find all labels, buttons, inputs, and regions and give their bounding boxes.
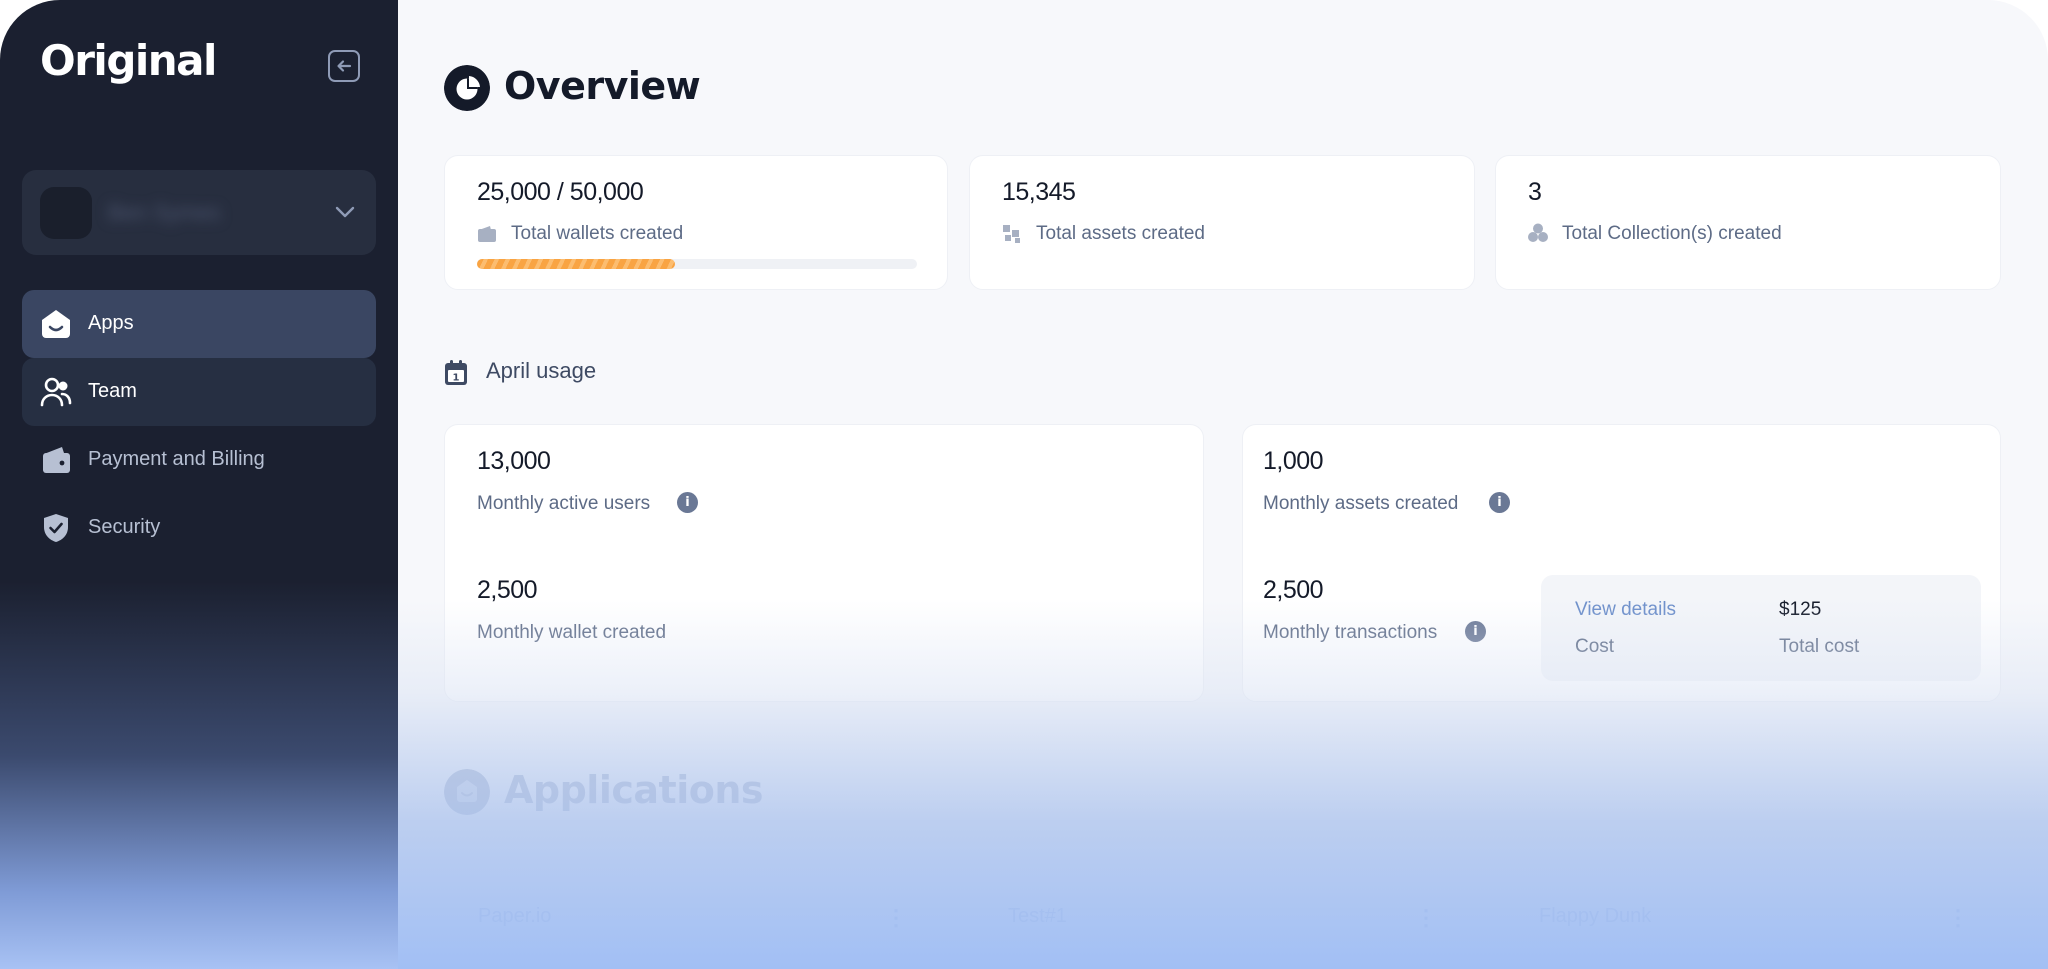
stat-value: 2,500 [1263, 576, 1324, 604]
brand-logo[interactable]: Original [40, 36, 217, 85]
stat-card-assets: 15,345 Total assets created [969, 155, 1475, 290]
cost-label: Cost [1575, 636, 1615, 657]
wallet-icon [43, 447, 70, 473]
stat-label: Monthly transactions [1263, 622, 1438, 643]
total-cost-label: Total cost [1779, 636, 1860, 657]
sidebar-item-security[interactable]: Security [22, 494, 376, 562]
app-frame: Original Ben Symes Apps Team Payment and… [0, 0, 2048, 969]
sidebar-item-apps[interactable]: Apps [22, 290, 376, 358]
team-icon [40, 377, 72, 407]
stat-value: 25,000 / 50,000 [477, 178, 644, 206]
stat-label: Monthly wallet created [477, 622, 667, 643]
stat-value: 13,000 [477, 447, 551, 475]
more-options-icon[interactable]: ⋮ [1415, 905, 1437, 931]
progress-fill [477, 259, 675, 269]
sidebar-item-label: Apps [88, 312, 134, 334]
more-options-icon[interactable]: ⋮ [885, 905, 907, 931]
sidebar-item-label: Team [88, 380, 137, 402]
stat-value: 3 [1528, 178, 1542, 206]
assets-icon [1003, 225, 1020, 243]
collapse-sidebar-icon[interactable] [328, 50, 360, 82]
sidebar-item-payment[interactable]: Payment and Billing [22, 426, 376, 494]
collections-icon [1528, 223, 1548, 242]
stat-value: 2,500 [477, 576, 538, 604]
stat-value: 1,000 [1263, 447, 1324, 475]
stat-label: Total Collection(s) created [1562, 223, 1782, 244]
workspace-name: Ben Symes [108, 200, 221, 225]
main-content: Overview 25,000 / 50,000 Total wallets c… [398, 0, 2048, 969]
info-icon[interactable]: i [1465, 621, 1486, 642]
app-card-name[interactable]: Test#1 [1008, 905, 1067, 928]
sidebar: Original Ben Symes Apps Team Payment and… [0, 0, 398, 969]
stat-label: Total wallets created [511, 223, 684, 244]
calendar-icon: 1 [445, 360, 467, 385]
usage-card-left: 13,000 Monthly active users i 2,500 Mont… [444, 424, 1204, 702]
usage-card-right: 1,000 Monthly assets created i 2,500 Mon… [1242, 424, 2001, 702]
apps-icon [42, 310, 70, 338]
stat-label: Monthly active users [477, 493, 651, 514]
workspace-avatar [40, 187, 92, 239]
cost-summary: View details Cost $125 Total cost [1541, 575, 1981, 681]
stat-label: Total assets created [1036, 223, 1205, 244]
app-card-name[interactable]: Paper.io [478, 905, 551, 928]
shield-icon [44, 514, 68, 542]
stat-card-wallets: 25,000 / 50,000 Total wallets created [444, 155, 948, 290]
sidebar-item-label: Payment and Billing [88, 448, 265, 470]
stat-label: Monthly assets created [1263, 493, 1459, 514]
page-title: Overview [504, 64, 701, 108]
chevron-down-icon [335, 206, 355, 218]
pie-chart-icon [444, 65, 490, 111]
stat-card-collections: 3 Total Collection(s) created [1495, 155, 2001, 290]
sidebar-item-label: Security [88, 516, 161, 538]
apps-icon [444, 769, 490, 815]
sidebar-item-team[interactable]: Team [22, 358, 376, 426]
usage-heading: April usage [486, 358, 597, 383]
more-options-icon[interactable]: ⋮ [1947, 905, 1969, 931]
info-icon[interactable]: i [1489, 492, 1510, 513]
applications-title: Applications [504, 768, 764, 812]
view-details-link[interactable]: View details [1575, 599, 1676, 621]
app-card-name[interactable]: Flappy Dunk [1539, 905, 1651, 928]
wallet-icon [478, 226, 496, 242]
calendar-day: 1 [453, 373, 460, 384]
info-icon[interactable]: i [677, 492, 698, 513]
wallets-progress-bar [477, 259, 917, 269]
total-cost-value: $125 [1779, 599, 1822, 620]
stat-value: 15,345 [1002, 178, 1076, 206]
workspace-switcher[interactable]: Ben Symes [22, 170, 376, 255]
